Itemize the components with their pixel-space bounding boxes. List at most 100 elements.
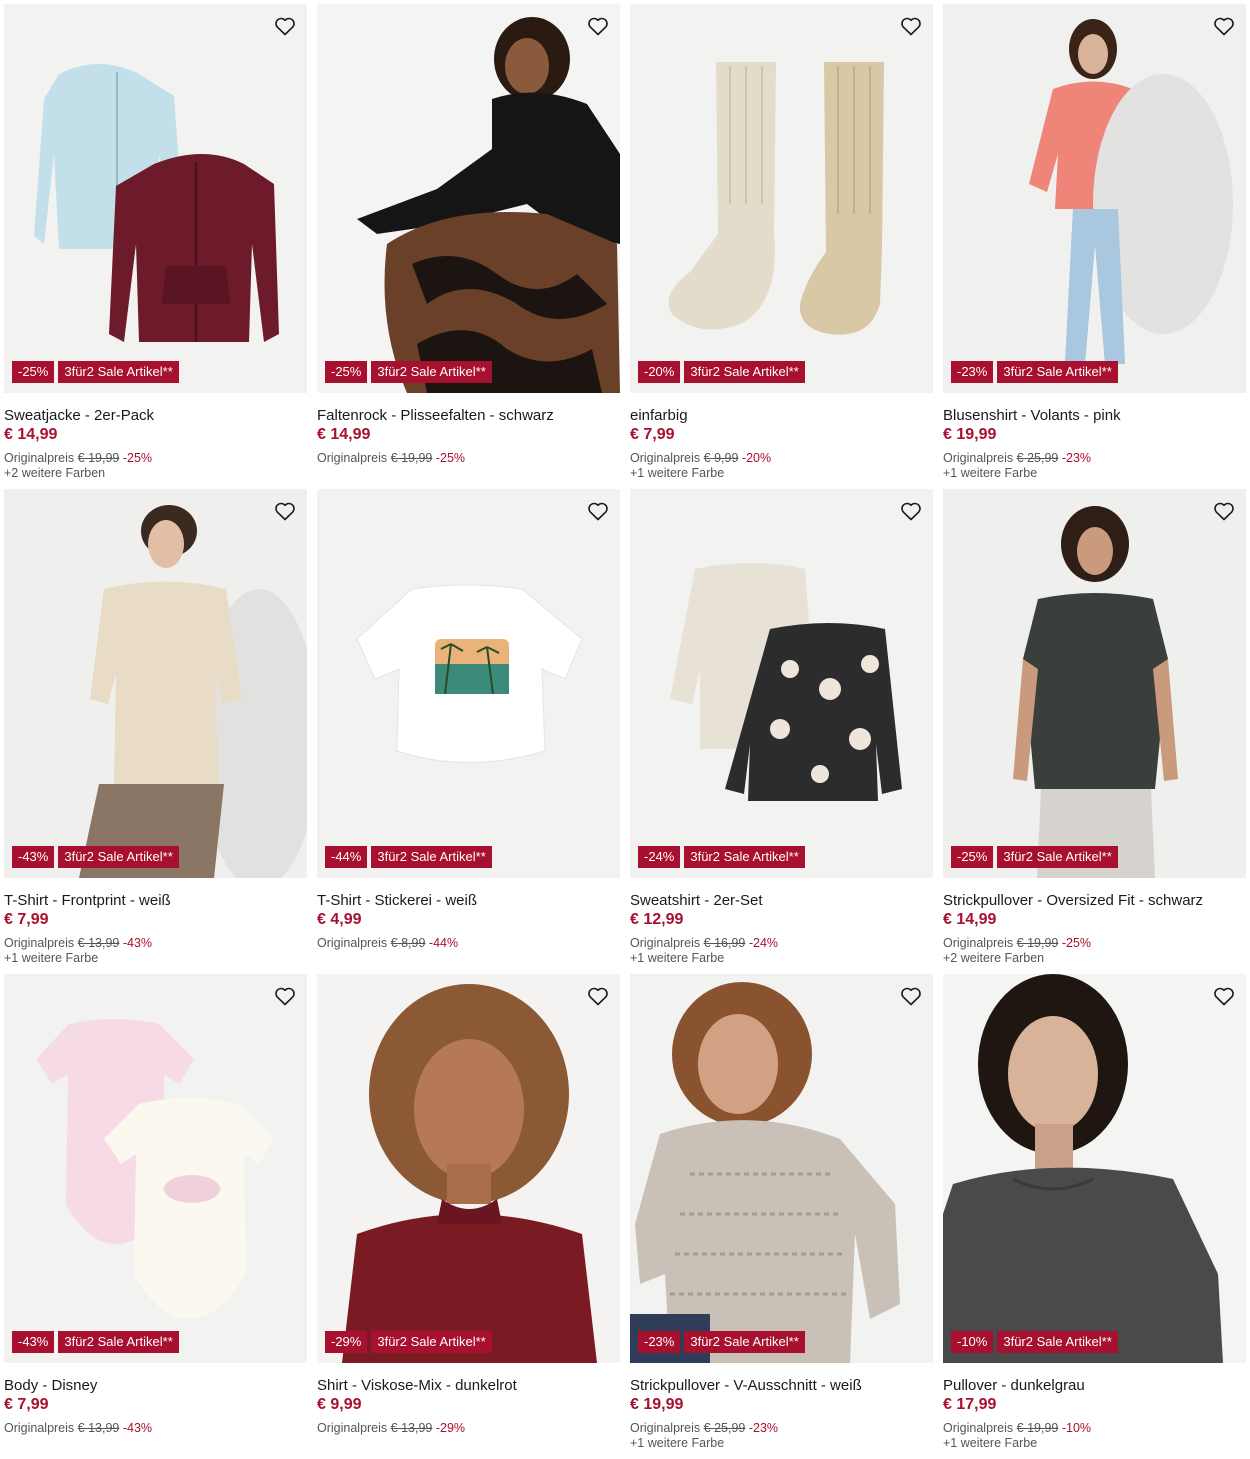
wishlist-button[interactable] [897,12,925,40]
discount-percent: -23% [1061,451,1092,465]
product-image[interactable]: -20% 3für2 Sale Artikel** [630,4,933,393]
badge-group: -23% 3für2 Sale Artikel** [951,361,1118,383]
product-card[interactable]: -20% 3für2 Sale Artikel** einfarbig € 7,… [630,4,933,489]
product-name[interactable]: Sweatshirt - 2er-Set [630,892,933,910]
product-info: Shirt - Viskose-Mix - dunkelrot € 9,99 O… [317,1363,620,1436]
more-colors[interactable]: +1 weitere Farbe [943,466,1246,481]
product-card[interactable]: -25% 3für2 Sale Artikel** Sweatjacke - 2… [4,4,307,489]
product-grid: -25% 3für2 Sale Artikel** Sweatjacke - 2… [4,4,1246,1459]
heart-outline-icon [275,502,295,521]
product-image[interactable]: -25% 3für2 Sale Artikel** [4,4,307,393]
product-photo [317,4,620,393]
badge-group: -25% 3für2 Sale Artikel** [12,361,179,383]
wishlist-button[interactable] [584,497,612,525]
product-image[interactable]: -10% 3für2 Sale Artikel** [943,974,1246,1363]
discount-badge: -43% [12,846,55,868]
product-card[interactable]: -23% 3für2 Sale Artikel** Blusenshirt - … [943,4,1246,489]
product-card[interactable]: -43% 3für2 Sale Artikel** T-Shirt - Fron… [4,489,307,974]
product-name[interactable]: Strickpullover - V-Ausschnitt - weiß [630,1377,933,1395]
discount-percent: -24% [748,936,779,950]
promo-badge: 3für2 Sale Artikel** [684,1331,805,1353]
product-image[interactable]: -25% 3für2 Sale Artikel** [943,489,1246,878]
product-card[interactable]: -29% 3für2 Sale Artikel** Shirt - Viskos… [317,974,620,1459]
wishlist-button[interactable] [1210,12,1238,40]
original-price: Originalpreis € 16,99 -24% [630,935,933,951]
product-image[interactable]: -24% 3für2 Sale Artikel** [630,489,933,878]
product-price: € 19,99 [630,1396,684,1413]
badge-group: -23% 3für2 Sale Artikel** [638,1331,805,1353]
wishlist-button[interactable] [271,982,299,1010]
original-price-label: Originalpreis [943,936,1014,950]
product-card[interactable]: -24% 3für2 Sale Artikel** Sweatshirt - 2… [630,489,933,974]
discount-percent: -10% [1061,1421,1092,1435]
heart-outline-icon [1214,17,1234,36]
original-price-value: € 19,99 [1016,936,1059,950]
original-price-label: Originalpreis [4,1421,75,1435]
more-colors[interactable]: +1 weitere Farbe [4,951,307,966]
product-name[interactable]: Pullover - dunkelgrau [943,1377,1246,1395]
product-image[interactable]: -44% 3für2 Sale Artikel** [317,489,620,878]
product-image[interactable]: -23% 3für2 Sale Artikel** [943,4,1246,393]
product-card[interactable]: -23% 3für2 Sale Artikel** Strickpullover… [630,974,933,1459]
wishlist-button[interactable] [897,497,925,525]
wishlist-button[interactable] [584,12,612,40]
product-name[interactable]: Blusenshirt - Volants - pink [943,407,1246,425]
product-name[interactable]: T-Shirt - Frontprint - weiß [4,892,307,910]
product-photo [317,974,620,1363]
heart-outline-icon [275,17,295,36]
more-colors[interactable]: +1 weitere Farbe [630,466,933,481]
wishlist-button[interactable] [271,497,299,525]
product-name[interactable]: Faltenrock - Plisseefalten - schwarz [317,407,620,425]
discount-badge: -25% [951,846,994,868]
product-image[interactable]: -23% 3für2 Sale Artikel** [630,974,933,1363]
original-price: Originalpreis € 25,99 -23% [943,450,1246,466]
wishlist-button[interactable] [1210,497,1238,525]
product-card[interactable]: -25% 3für2 Sale Artikel** Strickpullover… [943,489,1246,974]
original-price-value: € 9,99 [703,451,739,465]
product-photo [630,4,933,393]
wishlist-button[interactable] [1210,982,1238,1010]
discount-badge: -44% [325,846,368,868]
product-image[interactable]: -43% 3für2 Sale Artikel** [4,489,307,878]
product-photo [630,974,933,1363]
product-image[interactable]: -25% 3für2 Sale Artikel** [317,4,620,393]
discount-percent: -44% [428,936,459,950]
product-info: T-Shirt - Stickerei - weiß € 4,99 Origin… [317,878,620,951]
product-name[interactable]: Sweatjacke - 2er-Pack [4,407,307,425]
discount-badge: -25% [325,361,368,383]
promo-badge: 3für2 Sale Artikel** [684,361,805,383]
product-name[interactable]: T-Shirt - Stickerei - weiß [317,892,620,910]
wishlist-button[interactable] [897,982,925,1010]
promo-badge: 3für2 Sale Artikel** [997,1331,1118,1353]
heart-outline-icon [588,987,608,1006]
original-price-value: € 19,99 [1016,1421,1059,1435]
wishlist-button[interactable] [584,982,612,1010]
discount-badge: -25% [12,361,55,383]
promo-badge: 3für2 Sale Artikel** [371,361,492,383]
more-colors[interactable]: +2 weitere Farben [943,951,1246,966]
badge-group: -20% 3für2 Sale Artikel** [638,361,805,383]
badge-group: -29% 3für2 Sale Artikel** [325,1331,492,1353]
product-name[interactable]: Body - Disney [4,1377,307,1395]
product-image[interactable]: -43% 3für2 Sale Artikel** [4,974,307,1363]
product-info: Faltenrock - Plisseefalten - schwarz € 1… [317,393,620,466]
product-name[interactable]: einfarbig [630,407,933,425]
original-price: Originalpreis € 13,99 -29% [317,1420,620,1436]
discount-badge: -24% [638,846,681,868]
more-colors[interactable]: +1 weitere Farbe [943,1436,1246,1451]
wishlist-button[interactable] [271,12,299,40]
more-colors[interactable]: +2 weitere Farben [4,466,307,481]
product-card[interactable]: -43% 3für2 Sale Artikel** Body - Disney … [4,974,307,1459]
discount-percent: -23% [748,1421,779,1435]
discount-badge: -29% [325,1331,368,1353]
more-colors[interactable]: +1 weitere Farbe [630,1436,933,1451]
discount-percent: -43% [122,936,153,950]
product-card[interactable]: -25% 3für2 Sale Artikel** Faltenrock - P… [317,4,620,489]
original-price: Originalpreis € 9,99 -20% [630,450,933,466]
product-card[interactable]: -44% 3für2 Sale Artikel** T-Shirt - Stic… [317,489,620,974]
product-name[interactable]: Shirt - Viskose-Mix - dunkelrot [317,1377,620,1395]
product-name[interactable]: Strickpullover - Oversized Fit - schwarz [943,892,1246,910]
more-colors[interactable]: +1 weitere Farbe [630,951,933,966]
product-card[interactable]: -10% 3für2 Sale Artikel** Pullover - dun… [943,974,1246,1459]
product-image[interactable]: -29% 3für2 Sale Artikel** [317,974,620,1363]
